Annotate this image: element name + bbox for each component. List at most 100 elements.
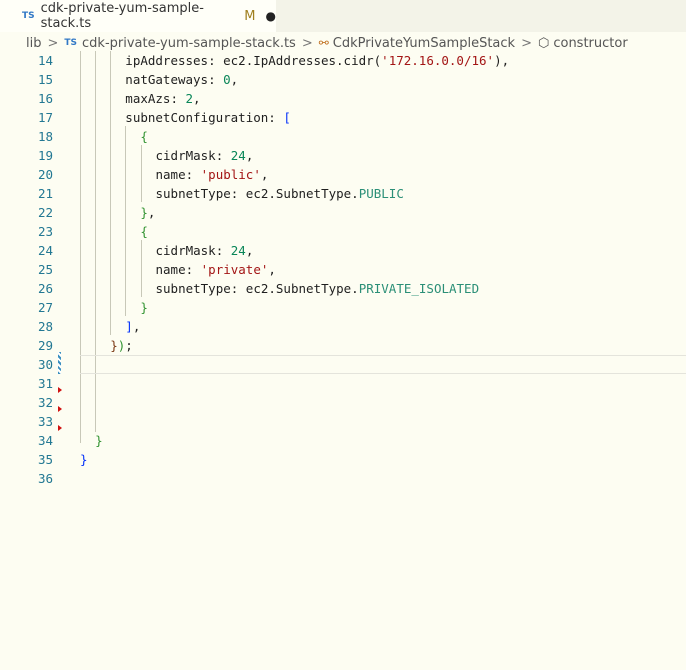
code-line[interactable]: 35} — [0, 450, 686, 469]
line-number: 30 — [37, 357, 53, 372]
code-token: 24 — [230, 243, 246, 258]
line-number: 22 — [37, 205, 53, 220]
code-text: } — [80, 450, 88, 469]
code-token: { — [140, 129, 148, 144]
line-number: 19 — [37, 148, 53, 163]
line-number: 17 — [37, 110, 53, 125]
code-token: cidrMask: — [155, 148, 231, 163]
line-number: 33 — [37, 414, 53, 429]
code-token: ] — [125, 319, 133, 334]
class-icon: ⚯ — [318, 36, 329, 50]
code-line[interactable]: 22}, — [0, 203, 686, 222]
code-token: 2 — [185, 91, 194, 106]
code-line[interactable]: 33 — [0, 412, 686, 431]
code-line[interactable]: 25 name: 'private', — [0, 260, 686, 279]
line-number: 28 — [37, 319, 53, 334]
line-number: 23 — [37, 224, 53, 239]
code-line[interactable]: 21 subnetType: ec2.SubnetType.PUBLIC — [0, 184, 686, 203]
tab-filename: cdk-private-yum-sample-stack.ts — [40, 1, 204, 31]
code-line[interactable]: 36 — [0, 469, 686, 488]
code-token: PUBLIC — [358, 186, 404, 201]
tab-bar: TS cdk-private-yum-sample-stack.ts M ● — [0, 0, 686, 32]
line-number: 21 — [37, 186, 53, 201]
code-text: subnetType: ec2.SubnetType.PRIVATE_ISOLA… — [156, 279, 480, 298]
code-line[interactable]: 16 maxAzs: 2, — [0, 89, 686, 108]
line-number: 31 — [37, 376, 53, 391]
code-text: ], — [125, 317, 140, 336]
code-token: , — [245, 148, 254, 163]
code-line[interactable]: 19 cidrMask: 24, — [0, 146, 686, 165]
code-line[interactable]: 28], — [0, 317, 686, 336]
chevron-right-icon: > — [47, 35, 59, 51]
code-token: ipAddresses: ec2.IpAddresses.cidr( — [125, 53, 382, 68]
line-number: 26 — [37, 281, 53, 296]
code-token: } — [95, 433, 103, 448]
code-token: natGateways: — [125, 72, 224, 87]
method-cube-icon: ⬡ — [537, 35, 550, 51]
code-token: , — [147, 205, 156, 220]
code-text: ipAddresses: ec2.IpAddresses.cidr('172.1… — [125, 51, 509, 70]
code-text: }); — [110, 336, 133, 355]
code-token: '172.16.0.0/16' — [381, 53, 495, 68]
code-line[interactable]: 32 — [0, 393, 686, 412]
line-number: 36 — [37, 471, 53, 486]
breadcrumb-file[interactable]: cdk-private-yum-sample-stack.ts — [82, 36, 296, 51]
line-number: 25 — [37, 262, 53, 277]
line-number: 15 — [37, 72, 53, 87]
line-number: 34 — [37, 433, 53, 448]
code-token: 24 — [230, 148, 246, 163]
code-line[interactable]: 15 natGateways: 0, — [0, 70, 686, 89]
code-line[interactable]: 31 — [0, 374, 686, 393]
code-line[interactable]: 26 subnetType: ec2.SubnetType.PRIVATE_ISO… — [0, 279, 686, 298]
code-line[interactable]: 17 subnetConfiguration: [ — [0, 108, 686, 127]
code-token: } — [140, 300, 148, 315]
code-line[interactable]: 18 { — [0, 127, 686, 146]
code-token: , — [132, 319, 141, 334]
line-number: 20 — [37, 167, 53, 182]
code-token: , — [230, 72, 239, 87]
code-line[interactable]: 30 — [0, 355, 686, 374]
code-editor[interactable]: 14 ipAddresses: ec2.IpAddresses.cidr('172… — [0, 51, 686, 670]
typescript-file-icon: TS — [22, 11, 35, 21]
tab-editor-file[interactable]: TS cdk-private-yum-sample-stack.ts M ● — [0, 0, 276, 32]
code-token: , — [260, 167, 269, 182]
code-text: cidrMask: 24, — [156, 146, 254, 165]
line-number: 32 — [37, 395, 53, 410]
breadcrumb-class[interactable]: CdkPrivateYumSampleStack — [333, 36, 515, 51]
code-text: { — [140, 127, 148, 146]
code-token: PRIVATE_ISOLATED — [358, 281, 480, 296]
line-number: 35 — [37, 452, 53, 467]
code-token: subnetConfiguration: — [125, 110, 284, 125]
code-token: name: — [155, 262, 201, 277]
code-token: 'public' — [200, 167, 261, 182]
code-token: , — [245, 243, 254, 258]
code-text: } — [95, 431, 103, 450]
code-text: } — [140, 298, 148, 317]
line-number: 24 — [37, 243, 53, 258]
line-number: 14 — [37, 53, 53, 68]
modified-badge: M — [244, 8, 256, 24]
code-text: maxAzs: 2, — [125, 89, 200, 108]
code-line[interactable]: 14 ipAddresses: ec2.IpAddresses.cidr('172… — [0, 51, 686, 70]
code-text: cidrMask: 24, — [156, 241, 254, 260]
unsaved-dot-icon[interactable]: ● — [266, 9, 276, 23]
code-line[interactable]: 23 { — [0, 222, 686, 241]
code-text: { — [140, 222, 148, 241]
code-line[interactable]: 34} — [0, 431, 686, 450]
code-line[interactable]: 20 name: 'public', — [0, 165, 686, 184]
code-line[interactable]: 27} — [0, 298, 686, 317]
code-token: 0 — [223, 72, 231, 87]
typescript-file-icon: TS — [64, 38, 78, 48]
code-token: maxAzs: — [125, 91, 186, 106]
line-number: 27 — [37, 300, 53, 315]
line-number: 18 — [37, 129, 53, 144]
code-token: subnetType: ec2.SubnetType. — [155, 186, 359, 201]
code-token: } — [140, 205, 148, 220]
code-token: ), — [494, 53, 510, 68]
breadcrumb-constructor[interactable]: constructor — [553, 36, 627, 51]
code-line[interactable]: 24 cidrMask: 24, — [0, 241, 686, 260]
breadcrumb-folder-lib[interactable]: lib — [26, 36, 41, 51]
code-token: , — [268, 262, 276, 277]
code-line[interactable]: 29}); — [0, 336, 686, 355]
code-token: ; — [125, 338, 133, 353]
